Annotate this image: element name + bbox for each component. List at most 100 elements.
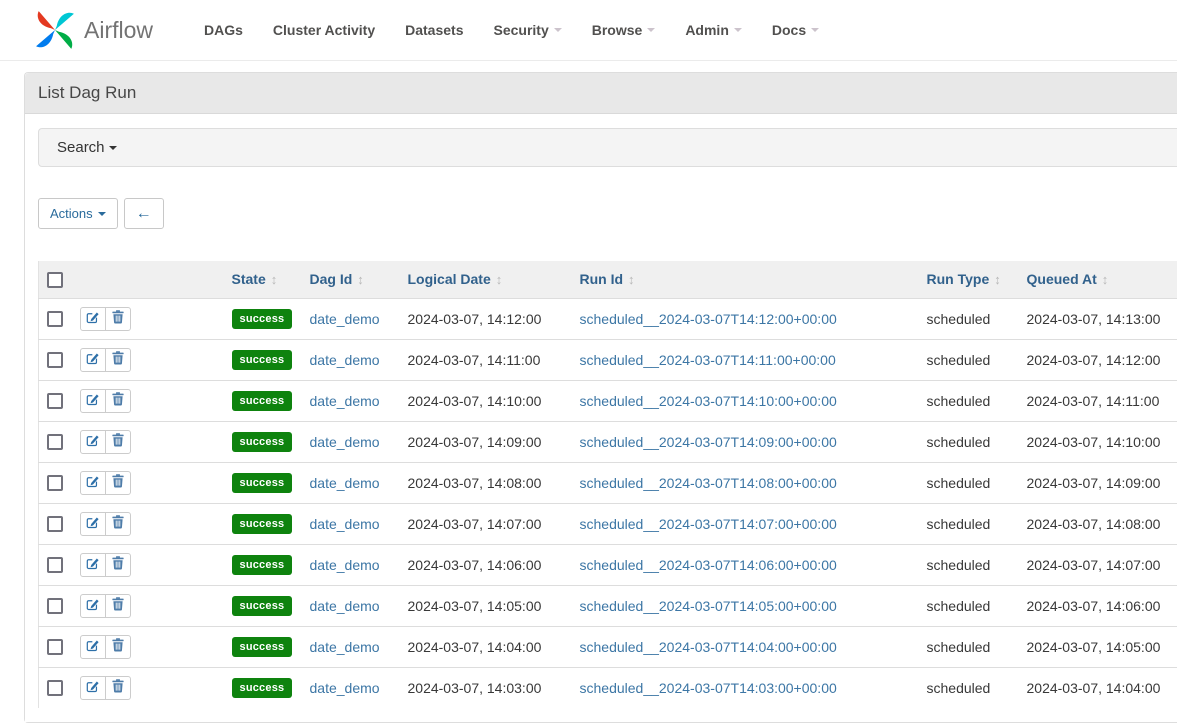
run-id-link[interactable]: scheduled__2024-03-07T14:08:00+00:00 <box>580 475 837 491</box>
actions-button[interactable]: Actions <box>38 198 118 229</box>
nav-item-security[interactable]: Security <box>478 12 576 48</box>
column-header-logical_date[interactable]: Logical Date↕ <box>400 261 572 298</box>
pencil-square-icon <box>86 392 100 409</box>
queued-at-cell: 2024-03-07, 14:13:00 <box>1019 298 1177 339</box>
dag-id-link[interactable]: date_demo <box>310 475 380 491</box>
edit-button[interactable] <box>80 348 106 372</box>
dag-id-link[interactable]: date_demo <box>310 516 380 532</box>
delete-button[interactable] <box>105 307 131 331</box>
run-type-cell: scheduled <box>919 585 1019 626</box>
edit-button[interactable] <box>80 594 106 618</box>
table-row: successdate_demo2024-03-07, 14:09:00sche… <box>39 421 1177 462</box>
delete-button[interactable] <box>105 389 131 413</box>
run-id-link[interactable]: scheduled__2024-03-07T14:06:00+00:00 <box>580 557 837 573</box>
nav-item-admin[interactable]: Admin <box>670 12 757 48</box>
column-header-label: Logical Date <box>408 271 491 287</box>
row-checkbox[interactable] <box>47 680 63 696</box>
queued-at-cell: 2024-03-07, 14:08:00 <box>1019 503 1177 544</box>
airflow-pinwheel-icon <box>33 8 77 52</box>
dag-id-cell: date_demo <box>302 339 400 380</box>
row-checkbox[interactable] <box>47 393 63 409</box>
column-header-run_id[interactable]: Run Id↕ <box>572 261 919 298</box>
pencil-square-icon <box>86 515 100 532</box>
run-id-link[interactable]: scheduled__2024-03-07T14:05:00+00:00 <box>580 598 837 614</box>
delete-button[interactable] <box>105 594 131 618</box>
delete-button[interactable] <box>105 676 131 700</box>
delete-button[interactable] <box>105 471 131 495</box>
edit-button[interactable] <box>80 389 106 413</box>
table-row: successdate_demo2024-03-07, 14:12:00sche… <box>39 298 1177 339</box>
nav-item-cluster-activity[interactable]: Cluster Activity <box>258 12 390 48</box>
column-header-dag_id[interactable]: Dag Id↕ <box>302 261 400 298</box>
dag-id-link[interactable]: date_demo <box>310 311 380 327</box>
column-header-queued_at[interactable]: Queued At↕ <box>1019 261 1177 298</box>
page-title: List Dag Run <box>25 73 1177 114</box>
dag-id-cell: date_demo <box>302 626 400 667</box>
trash-icon <box>112 351 124 368</box>
edit-button[interactable] <box>80 635 106 659</box>
nav-item-label: DAGs <box>204 22 243 38</box>
edit-button[interactable] <box>80 430 106 454</box>
run-id-link[interactable]: scheduled__2024-03-07T14:10:00+00:00 <box>580 393 837 409</box>
run-id-link[interactable]: scheduled__2024-03-07T14:11:00+00:00 <box>580 352 836 368</box>
run-id-link[interactable]: scheduled__2024-03-07T14:12:00+00:00 <box>580 311 837 327</box>
delete-button[interactable] <box>105 553 131 577</box>
queued-at-cell: 2024-03-07, 14:12:00 <box>1019 339 1177 380</box>
dag-id-link[interactable]: date_demo <box>310 680 380 696</box>
run-id-link[interactable]: scheduled__2024-03-07T14:03:00+00:00 <box>580 680 837 696</box>
state-badge: success <box>232 350 293 370</box>
row-checkbox[interactable] <box>47 434 63 450</box>
row-checkbox[interactable] <box>47 475 63 491</box>
row-checkbox[interactable] <box>47 311 63 327</box>
sort-icon: ↕ <box>271 272 278 287</box>
edit-button[interactable] <box>80 676 106 700</box>
row-checkbox[interactable] <box>47 639 63 655</box>
nav-item-dags[interactable]: DAGs <box>189 12 258 48</box>
row-checkbox[interactable] <box>47 598 63 614</box>
toolbar: Actions ← <box>38 198 1177 229</box>
delete-button[interactable] <box>105 430 131 454</box>
row-checkbox[interactable] <box>47 352 63 368</box>
edit-button[interactable] <box>80 553 106 577</box>
row-checkbox-cell <box>39 626 72 667</box>
dag-id-link[interactable]: date_demo <box>310 557 380 573</box>
dag-id-link[interactable]: date_demo <box>310 434 380 450</box>
run-id-link[interactable]: scheduled__2024-03-07T14:04:00+00:00 <box>580 639 837 655</box>
dag-id-link[interactable]: date_demo <box>310 598 380 614</box>
row-action-buttons <box>80 635 131 659</box>
dag-id-link[interactable]: date_demo <box>310 393 380 409</box>
run-id-link[interactable]: scheduled__2024-03-07T14:09:00+00:00 <box>580 434 837 450</box>
nav-item-docs[interactable]: Docs <box>757 12 834 48</box>
nav-item-browse[interactable]: Browse <box>577 12 671 48</box>
nav-item-label: Browse <box>592 22 643 38</box>
column-header-state[interactable]: State↕ <box>224 261 302 298</box>
column-header-run_type[interactable]: Run Type↕ <box>919 261 1019 298</box>
row-actions-cell <box>72 339 224 380</box>
delete-button[interactable] <box>105 348 131 372</box>
state-badge: success <box>232 637 293 657</box>
row-actions-cell <box>72 585 224 626</box>
row-actions-cell <box>72 544 224 585</box>
dag-id-link[interactable]: date_demo <box>310 352 380 368</box>
edit-button[interactable] <box>80 471 106 495</box>
navbar-brand[interactable]: Airflow <box>33 8 153 52</box>
header-checkbox-cell <box>39 261 72 298</box>
row-checkbox[interactable] <box>47 557 63 573</box>
back-button[interactable]: ← <box>124 198 164 229</box>
pencil-square-icon <box>86 433 100 450</box>
dag-id-cell: date_demo <box>302 667 400 708</box>
delete-button[interactable] <box>105 635 131 659</box>
delete-button[interactable] <box>105 512 131 536</box>
state-badge: success <box>232 555 293 575</box>
nav-item-datasets[interactable]: Datasets <box>390 12 478 48</box>
dag-id-link[interactable]: date_demo <box>310 639 380 655</box>
edit-button[interactable] <box>80 307 106 331</box>
edit-button[interactable] <box>80 512 106 536</box>
select-all-checkbox[interactable] <box>47 272 63 288</box>
row-checkbox[interactable] <box>47 516 63 532</box>
pencil-square-icon <box>86 597 100 614</box>
search-dropdown-toggle[interactable]: Search <box>38 128 1177 167</box>
run-id-link[interactable]: scheduled__2024-03-07T14:07:00+00:00 <box>580 516 837 532</box>
chevron-down-icon <box>734 28 742 32</box>
row-actions-cell <box>72 626 224 667</box>
